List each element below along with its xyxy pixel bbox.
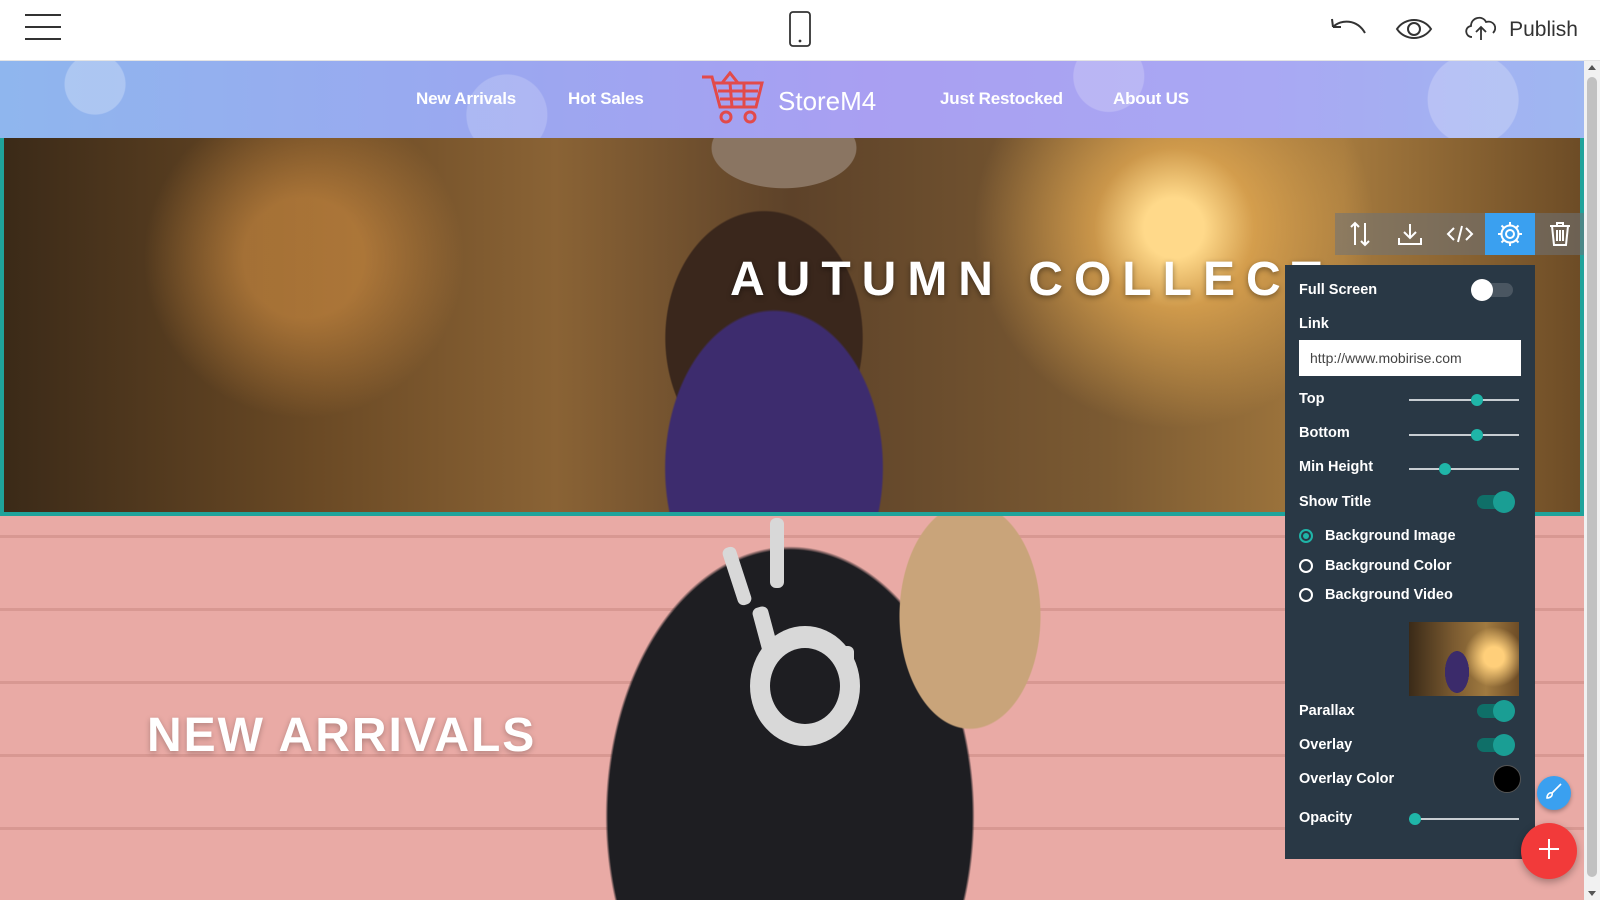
skeleton-hand-graphic [722,518,860,746]
add-block-button[interactable] [1521,823,1577,879]
background-color-option[interactable]: Background Color [1299,554,1521,578]
scroll-down-arrow[interactable] [1588,891,1596,896]
undo-icon[interactable] [1328,14,1368,44]
full-screen-toggle[interactable] [1471,279,1513,301]
new-arrivals-title[interactable]: NEW ARRIVALS [147,708,536,763]
opacity-slider[interactable] [1408,813,1519,825]
parallax-toggle[interactable] [1477,700,1515,722]
overlay-color-label: Overlay Color [1299,771,1395,787]
site-navigation: New Arrivals Hot Sales StoreM4 Just Rest… [0,61,1584,138]
publish-label: Publish [1509,18,1578,41]
nav-link-just-restocked[interactable]: Just Restocked [940,89,1063,109]
shopping-cart-icon [700,70,764,132]
plus-icon [1538,838,1560,865]
brand-name: StoreM4 [778,86,877,116]
background-color-label: Background Color [1325,558,1452,574]
background-image-option[interactable]: Background Image [1299,524,1521,548]
paint-brush-button[interactable] [1537,776,1571,810]
min-height-row: Min Height [1299,455,1521,479]
hero-title[interactable]: AUTUMN COLLECT [730,252,1332,307]
background-video-option[interactable]: Background Video [1299,583,1521,607]
min-height-label: Min Height [1299,459,1374,475]
brand-logo[interactable]: StoreM4 [700,70,877,132]
overlay-label: Overlay [1299,737,1353,753]
eye-icon[interactable] [1394,14,1434,44]
background-video-radio[interactable] [1299,588,1313,602]
full-screen-row: Full Screen [1299,278,1521,302]
publish-button[interactable]: Publish [1463,12,1578,48]
nav-link-hot-sales[interactable]: Hot Sales [568,89,644,109]
show-title-label: Show Title [1299,494,1372,510]
background-image-radio[interactable] [1299,529,1313,543]
link-row: Link [1299,312,1521,336]
background-image-label: Background Image [1325,528,1456,544]
background-image-thumbnail[interactable] [1409,622,1519,696]
reorder-icon[interactable] [1335,213,1385,255]
bottom-row: Bottom [1299,421,1521,445]
show-title-row: Show Title [1299,490,1521,514]
scroll-up-arrow[interactable] [1588,65,1596,70]
hamburger-menu-icon[interactable] [24,12,62,42]
overlay-row: Overlay [1299,733,1521,757]
full-screen-label: Full Screen [1299,282,1378,298]
code-icon[interactable] [1435,213,1485,255]
overlay-toggle[interactable] [1477,734,1515,756]
scrollbar-thumb[interactable] [1587,77,1597,877]
top-slider[interactable] [1409,394,1519,406]
editor-toolbar: Publish [0,0,1600,61]
gear-icon[interactable] [1485,213,1535,255]
trash-icon[interactable] [1535,213,1584,255]
overlay-color-row: Overlay Color [1299,765,1521,793]
bottom-slider[interactable] [1409,429,1519,441]
paint-brush-icon [1545,782,1563,805]
link-input[interactable] [1299,340,1521,376]
nav-link-new-arrivals[interactable]: New Arrivals [416,89,516,109]
block-settings-panel: Full Screen Link Top Bottom Min Height S… [1285,265,1535,859]
parallax-row: Parallax [1299,699,1521,723]
block-toolbar [1335,213,1584,255]
background-video-label: Background Video [1325,587,1453,603]
overlay-color-swatch[interactable] [1493,765,1521,793]
background-color-radio[interactable] [1299,559,1313,573]
mobile-phone-icon[interactable] [786,10,814,48]
parallax-label: Parallax [1299,703,1355,719]
download-icon[interactable] [1385,213,1435,255]
min-height-slider[interactable] [1409,463,1519,475]
vertical-scrollbar[interactable] [1584,61,1600,900]
nav-link-about-us[interactable]: About US [1113,89,1189,109]
show-title-toggle[interactable] [1477,491,1515,513]
page-canvas: New Arrivals Hot Sales StoreM4 Just Rest… [0,61,1584,900]
bottom-label: Bottom [1299,425,1350,441]
cloud-upload-icon [1463,13,1499,47]
link-label: Link [1299,316,1329,332]
